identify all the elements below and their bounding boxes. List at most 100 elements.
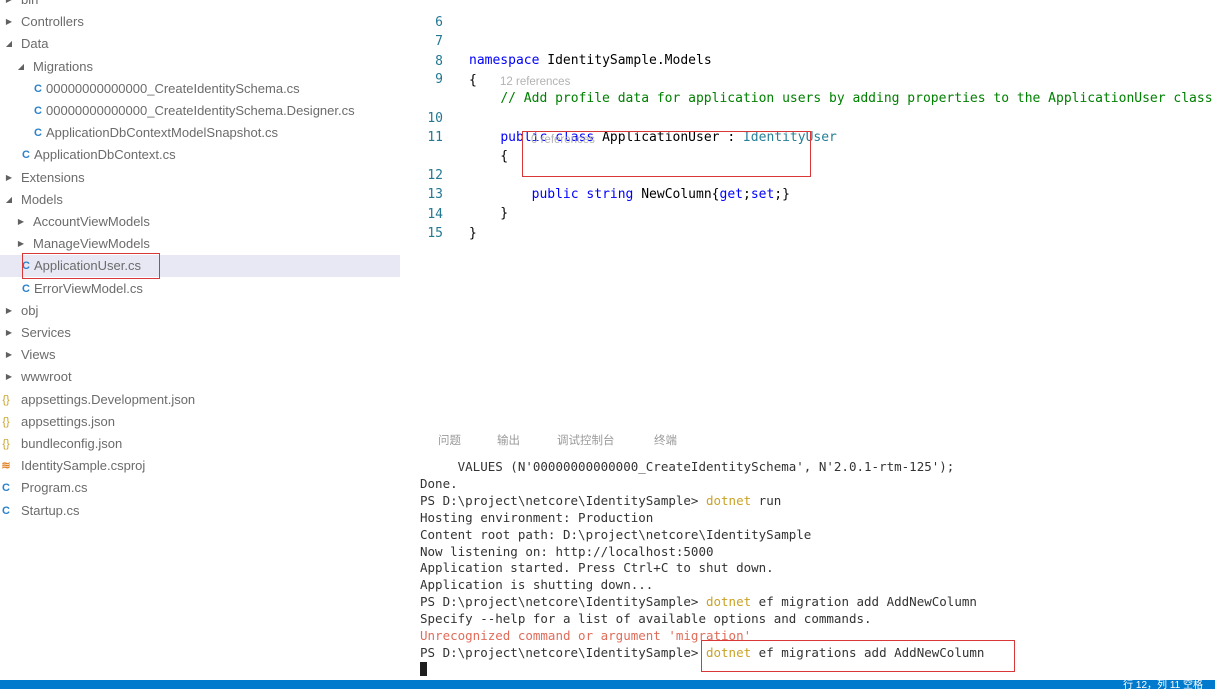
tree-item[interactable]: ▶ Services <box>0 322 400 344</box>
json-file-icon: {} <box>2 415 10 428</box>
tab-terminal[interactable]: 终端 <box>654 433 677 449</box>
tree-item[interactable]: ◢ Data <box>0 33 400 55</box>
tree-item[interactable]: C ApplicationDbContext.cs <box>0 144 400 166</box>
tree-item-label: Extensions <box>21 169 85 185</box>
tree-item-label: ManageViewModels <box>33 236 150 252</box>
keyword-public: public <box>531 187 579 202</box>
line-number: 15 <box>427 226 443 241</box>
tab-debug-console[interactable]: 调试控制台 <box>557 433 615 449</box>
tree-item[interactable]: ◢ Migrations <box>0 56 400 78</box>
terminal-line: Specify --help for a list of available o… <box>420 611 872 627</box>
keyword-string: string <box>586 187 634 202</box>
tree-item[interactable]: C ErrorViewModel.cs <box>0 278 400 300</box>
code-line: 15 <box>400 205 443 241</box>
tree-item[interactable]: ▶ Views <box>0 344 400 366</box>
tree-item[interactable]: {} appsettings.json <box>0 411 400 433</box>
chevron-right-icon[interactable]: ▶ <box>4 167 14 189</box>
chevron-right-icon[interactable]: ▶ <box>4 322 14 344</box>
chevron-down-icon[interactable]: ◢ <box>4 33 14 55</box>
tree-item[interactable]: ▶ Extensions <box>0 167 400 189</box>
property-name: NewColumn <box>641 187 712 202</box>
tree-item-label: Startup.cs <box>21 502 80 518</box>
tree-item[interactable]: {} appsettings.Development.json <box>0 389 400 411</box>
chevron-right-icon[interactable]: ▶ <box>16 211 26 233</box>
chevron-down-icon[interactable]: ◢ <box>16 56 26 78</box>
code-line: 11 { <box>400 109 508 164</box>
chevron-right-icon[interactable]: ▶ <box>4 366 14 388</box>
tree-item[interactable]: ◢ Models <box>0 189 400 211</box>
csharp-file-icon: C <box>22 282 30 295</box>
code-text: { <box>469 73 477 88</box>
json-file-icon: {} <box>2 393 10 406</box>
tab-output[interactable]: 输出 <box>497 433 520 449</box>
code-line: 13 } <box>400 166 508 221</box>
tree-item[interactable]: ▶ bin <box>0 0 400 11</box>
chevron-down-icon[interactable]: ◢ <box>4 189 14 211</box>
tree-item-label: ApplicationDbContextModelSnapshot.cs <box>46 125 278 141</box>
namespace-name: IdentitySample.Models <box>547 53 712 68</box>
tree-item[interactable]: ▶ AccountViewModels <box>0 211 400 233</box>
chevron-right-icon[interactable]: ▶ <box>4 0 14 11</box>
tree-item-label: appsettings.Development.json <box>21 391 196 407</box>
code-editor[interactable]: 6 7 namespace IdentitySample.Models 8 { … <box>400 0 1215 420</box>
code-text: } <box>469 206 509 221</box>
terminal-prompt: PS D:\project\netcore\IdentitySample> <box>420 594 706 610</box>
tree-item[interactable]: ≋ IdentitySample.csproj <box>0 455 400 477</box>
tab-problems[interactable]: 问题 <box>438 433 461 449</box>
tree-item-label: Program.cs <box>21 480 88 496</box>
line-number: 9 <box>435 72 443 87</box>
highlight-box-explorer-file <box>22 253 160 279</box>
terminal-args: ef migration add AddNewColumn <box>751 594 977 610</box>
tree-item[interactable]: C Startup.cs <box>0 500 400 522</box>
tree-item[interactable]: ▶ ManageViewModels <box>0 233 400 255</box>
code-text: { <box>469 149 509 164</box>
tree-item-label: bin <box>21 0 38 11</box>
keyword-set: set <box>750 187 775 202</box>
tree-item-label: 00000000000000_CreateIdentitySchema.Desi… <box>46 103 355 118</box>
code-line: 10 public class ApplicationUser : Identi… <box>400 90 837 145</box>
tree-item-label: Migrations <box>33 58 93 74</box>
tree-item[interactable]: C 00000000000000_CreateIdentitySchema.Des… <box>0 100 400 122</box>
csharp-file-icon: C <box>22 149 30 162</box>
file-explorer: ▶ bin ▶ Controllers ◢ Data ◢ Migrations C 0000000… <box>0 0 400 680</box>
line-number: 11 <box>427 130 443 145</box>
panel-tab-bar: 问题 输出 调试控制台 终端 <box>400 430 1215 452</box>
chevron-right-icon[interactable]: ▶ <box>4 300 14 322</box>
code-comment: // Add profile data for application user… <box>500 91 1213 106</box>
chevron-right-icon[interactable]: ▶ <box>16 233 26 255</box>
tree-item-label: ApplicationDbContext.cs <box>34 147 176 163</box>
terminal-command: dotnet <box>705 594 752 610</box>
code-text: } <box>469 226 477 241</box>
json-file-icon: {} <box>2 438 10 450</box>
terminal-prompt: PS D:\project\netcore\IdentitySample> <box>420 492 706 508</box>
terminal-line: VALUES (N'00000000000000_CreateIdentityS… <box>420 459 955 474</box>
tree-item[interactable]: ▶ wwwroot <box>0 366 400 388</box>
status-cursor-position[interactable]: 行 12，列 11 空格 <box>1123 681 1203 689</box>
codelens-class-references[interactable]: 12 references <box>500 74 570 90</box>
tree-item[interactable]: {} bundleconfig.json <box>0 433 400 455</box>
code-line: 12 public string NewColumn{get;set;} <box>400 147 790 202</box>
terminal-cursor <box>420 662 427 676</box>
tree-item-label: ErrorViewModel.cs <box>34 280 143 296</box>
tree-item[interactable]: C ApplicationDbContextModelSnapshot.cs <box>0 122 400 144</box>
csharp-file-icon: C <box>34 82 42 95</box>
terminal-prompt: PS D:\project\netcore\IdentitySample> <box>420 644 706 660</box>
chevron-right-icon[interactable]: ▶ <box>4 11 14 33</box>
tree-item-label: AccountViewModels <box>33 214 150 229</box>
tree-item-label: bundleconfig.json <box>21 436 123 451</box>
tree-item-label: Data <box>21 36 49 52</box>
terminal-line: Hosting environment: Production <box>420 509 654 525</box>
chevron-right-icon[interactable]: ▶ <box>4 344 14 366</box>
csharp-file-icon: C <box>2 482 10 495</box>
tree-item-label: Views <box>21 347 56 363</box>
tree-item-label: Controllers <box>21 14 84 30</box>
terminal-line: Done. <box>420 475 458 491</box>
tree-item[interactable]: ▶ Controllers <box>0 11 400 33</box>
tree-item-label: Services <box>21 325 71 340</box>
tree-item[interactable]: C 00000000000000_CreateIdentitySchema.cs <box>0 78 400 100</box>
tree-item[interactable]: C Program.cs <box>0 477 400 499</box>
status-bar: 行 12，列 11 空格 <box>0 680 1215 689</box>
code-line: 6 <box>400 0 443 30</box>
code-line: 14 } <box>400 186 476 241</box>
tree-item[interactable]: ▶ obj <box>0 300 400 322</box>
